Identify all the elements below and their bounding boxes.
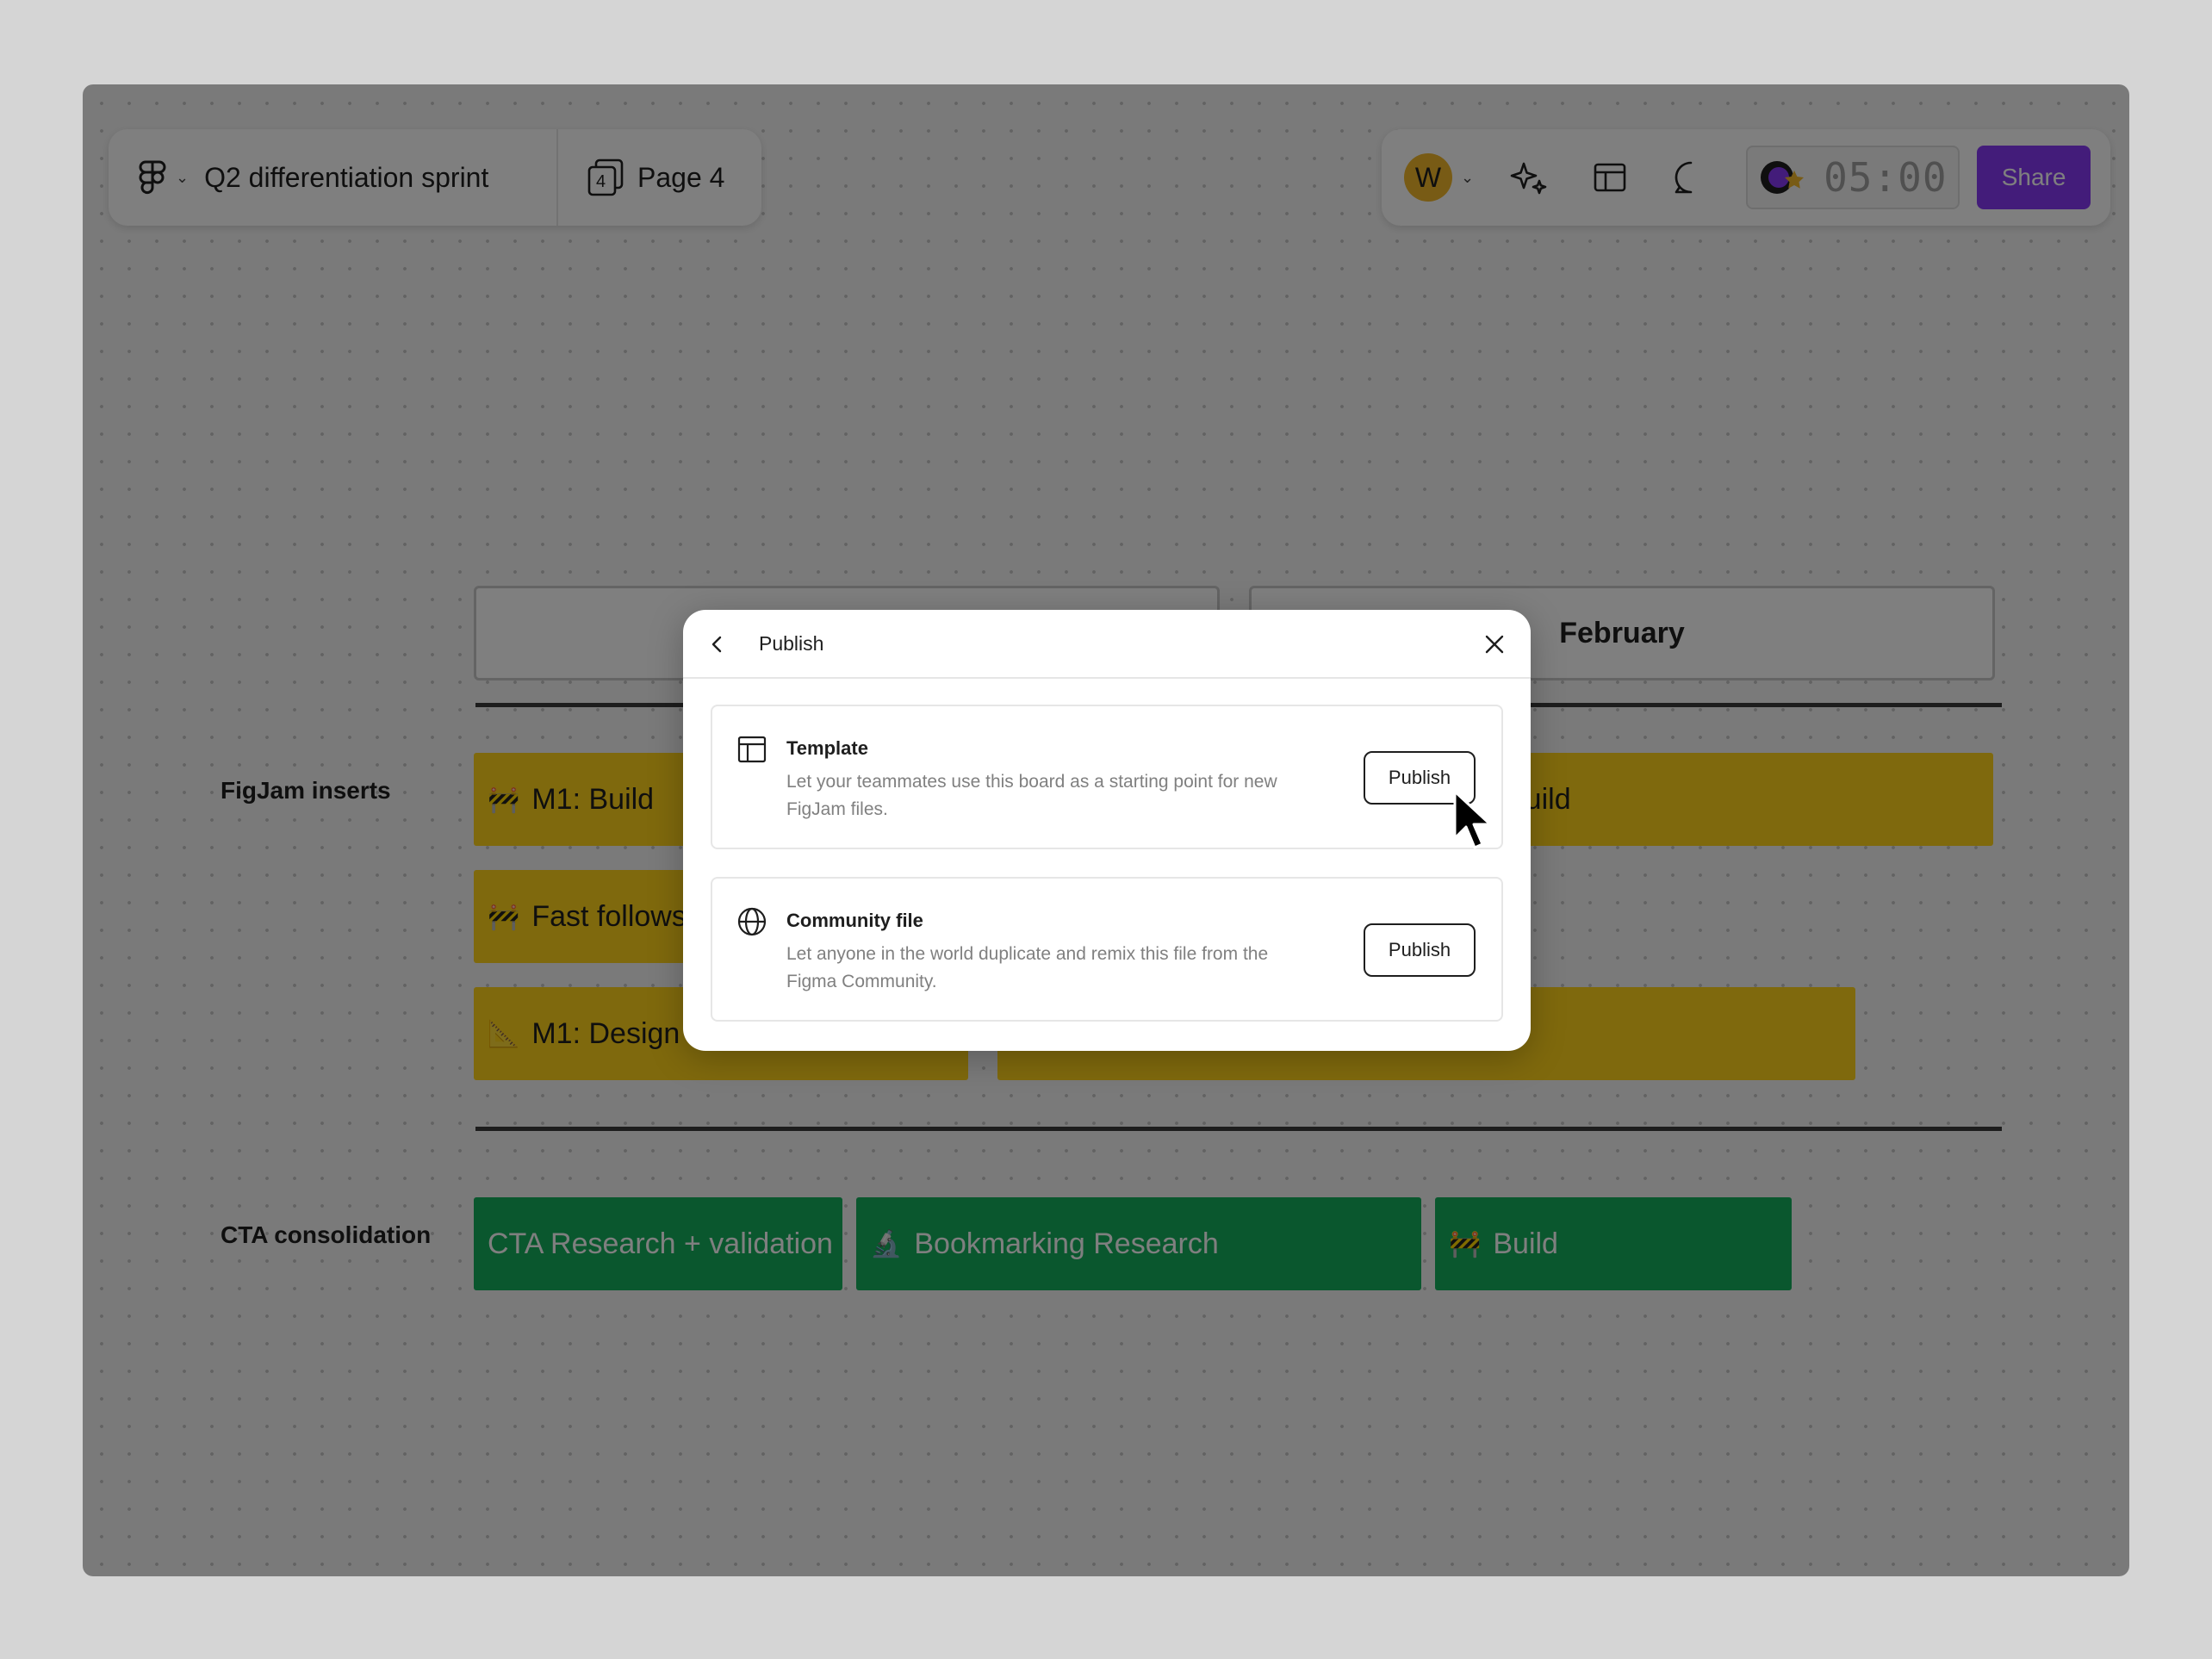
- template-icon: [736, 734, 767, 765]
- option-title: Template: [786, 737, 868, 759]
- figjam-window: ⌄ Q2 differentiation sprint 4 Page 4 W ⌄: [83, 84, 2129, 1576]
- close-icon[interactable]: [1477, 627, 1512, 662]
- dialog-title: Publish: [759, 631, 824, 655]
- back-arrow-icon[interactable]: [700, 627, 735, 662]
- mouse-cursor-icon: [1453, 790, 1492, 849]
- globe-icon: [736, 906, 767, 937]
- dialog-header: Publish: [683, 610, 1531, 679]
- publish-dialog: Publish Template Let your teammates use …: [683, 610, 1531, 1051]
- option-description: Let anyone in the world duplicate and re…: [786, 944, 1269, 991]
- option-description: Let your teammates use this board as a s…: [786, 772, 1277, 819]
- publish-community-button[interactable]: Publish: [1364, 923, 1476, 977]
- option-template: Template Let your teammates use this boa…: [711, 705, 1503, 849]
- option-community-file: Community file Let anyone in the world d…: [711, 877, 1503, 1022]
- option-title: Community file: [786, 910, 923, 931]
